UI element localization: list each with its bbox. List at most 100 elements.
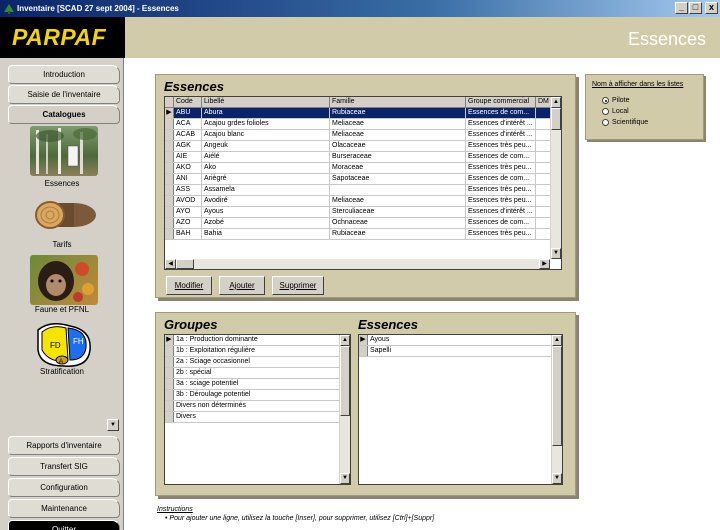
table-cell[interactable]: ASS xyxy=(174,185,202,195)
add-button[interactable]: Ajouter xyxy=(219,276,265,295)
essences-catalog-icon[interactable] xyxy=(30,126,98,176)
table-cell[interactable]: ANI xyxy=(174,174,202,184)
table-cell[interactable]: AZO xyxy=(174,218,202,228)
scroll-down-icon[interactable]: ▼ xyxy=(340,473,350,484)
list-item[interactable]: ▶ 1a : Production dominante xyxy=(165,335,350,346)
table-cell[interactable]: Acajou blanc xyxy=(202,130,330,140)
table-cell[interactable]: Burseraceae xyxy=(330,152,466,162)
list-item[interactable]: 3b : Déroulage potentiel xyxy=(165,390,350,401)
table-cell[interactable]: AYO xyxy=(174,207,202,217)
col-libelle[interactable]: Libellé xyxy=(202,97,330,107)
sidebar-scroll-down-icon[interactable]: ▼ xyxy=(107,419,119,431)
table-row[interactable]: AGK Angeuk Olacaceae Essences très peu... xyxy=(165,141,561,152)
radio-local[interactable]: Local xyxy=(602,108,629,115)
essences-table[interactable]: Code Libellé Famille Groupe commercial D… xyxy=(164,96,562,270)
table-cell[interactable]: Essences très peu... xyxy=(466,229,536,239)
nav-quitter[interactable]: Quitter xyxy=(8,520,120,530)
table-cell[interactable]: AIE xyxy=(174,152,202,162)
groupes-list[interactable]: ▶ 1a : Production dominante 1b : Exploitat… xyxy=(164,334,351,485)
table-row[interactable]: ACAB Acajou blanc Meliaceae Essences d'inté… xyxy=(165,130,561,141)
table-row[interactable]: AIE Aiélé Burseraceae Essences de com... xyxy=(165,152,561,163)
table-cell[interactable]: Angeuk xyxy=(202,141,330,151)
scroll-right-icon[interactable]: ▶ xyxy=(539,259,550,269)
row-indicator[interactable] xyxy=(165,207,174,217)
table-row[interactable]: ASS Assamela Essences très peu... xyxy=(165,185,561,196)
row-indicator[interactable] xyxy=(165,357,174,367)
row-indicator[interactable] xyxy=(165,379,174,389)
row-indicator[interactable] xyxy=(165,141,174,151)
list-item[interactable]: Sapelli xyxy=(359,346,562,357)
table-cell[interactable]: Rubiaceae xyxy=(330,108,466,118)
table-cell[interactable]: Ayous xyxy=(202,207,330,217)
list-item[interactable]: 2a : Sciage occasionnel xyxy=(165,357,350,368)
list-item[interactable]: ▶ Ayous xyxy=(359,335,562,346)
table-cell[interactable]: Aiélé xyxy=(202,152,330,162)
table-cell[interactable]: Ariègré xyxy=(202,174,330,184)
table-cell[interactable]: Assamela xyxy=(202,185,330,195)
table-cell[interactable]: Essences très peu... xyxy=(466,196,536,206)
table-cell[interactable]: Meliaceae xyxy=(330,119,466,129)
table-cell[interactable]: Bahia xyxy=(202,229,330,239)
groupes-vscroll[interactable]: ▲ ▼ xyxy=(339,335,350,484)
table-row[interactable]: AYO Ayous Sterculiaceae Essences d'intérêt … xyxy=(165,207,561,218)
radio-scientifique[interactable]: Scientifique xyxy=(602,119,648,126)
table-cell[interactable]: Rubiaceae xyxy=(330,229,466,239)
tarifs-catalog-icon[interactable] xyxy=(30,191,98,241)
list-item[interactable]: 3a : sciage potentiel xyxy=(165,379,350,390)
essences-hscroll[interactable]: ◀ ▶ xyxy=(165,259,550,269)
table-cell[interactable]: Essences d'intérêt ... xyxy=(466,119,536,129)
table-cell[interactable]: Essences d'intérêt ... xyxy=(466,207,536,217)
row-indicator[interactable] xyxy=(165,130,174,140)
table-cell[interactable]: AKO xyxy=(174,163,202,173)
radio-off-icon[interactable] xyxy=(602,119,609,126)
table-row[interactable]: AKO Ako Moraceae Essences très peu... xyxy=(165,163,561,174)
scroll-down-icon[interactable]: ▼ xyxy=(552,473,562,484)
faune-catalog-label[interactable]: Faune et PFNL xyxy=(0,305,124,314)
scroll-down-icon[interactable]: ▼ xyxy=(551,248,561,259)
nav-maintenance[interactable]: Maintenance xyxy=(8,499,120,518)
table-row[interactable]: BAH Bahia Rubiaceae Essences très peu... xyxy=(165,229,561,240)
table-cell[interactable]: Essences d'intérêt ... xyxy=(466,130,536,140)
stratification-catalog-icon[interactable]: FD FH A xyxy=(30,320,98,370)
row-indicator[interactable] xyxy=(165,218,174,228)
table-cell[interactable]: Acajou grdes folioles xyxy=(202,119,330,129)
table-cell[interactable]: Meliaceae xyxy=(330,130,466,140)
col-famille[interactable]: Famille xyxy=(330,97,466,107)
table-cell[interactable]: Olacaceae xyxy=(330,141,466,151)
table-cell[interactable]: AGK xyxy=(174,141,202,151)
nav-catalogues[interactable]: Catalogues xyxy=(8,105,120,124)
table-cell[interactable]: Avodiré xyxy=(202,196,330,206)
table-cell[interactable]: Essences très peu... xyxy=(466,141,536,151)
table-cell[interactable]: AVOD xyxy=(174,196,202,206)
row-indicator[interactable] xyxy=(165,152,174,162)
faune-catalog-icon[interactable] xyxy=(30,255,98,305)
row-indicator[interactable] xyxy=(165,412,174,422)
table-cell[interactable]: Essences très peu... xyxy=(466,163,536,173)
group-essences-vscroll[interactable]: ▲ ▼ xyxy=(551,335,562,484)
table-cell[interactable]: Moraceae xyxy=(330,163,466,173)
scroll-thumb[interactable] xyxy=(552,346,562,446)
row-indicator[interactable]: ▶ xyxy=(359,335,368,345)
table-cell[interactable]: Abura xyxy=(202,108,330,118)
table-cell[interactable]: Essences très peu... xyxy=(466,185,536,195)
list-item[interactable]: Divers xyxy=(165,412,350,423)
minimize-button[interactable]: _ xyxy=(675,2,688,14)
table-cell[interactable]: ACA xyxy=(174,119,202,129)
radio-off-icon[interactable] xyxy=(602,108,609,115)
row-indicator[interactable] xyxy=(165,368,174,378)
table-row[interactable]: AVOD Avodiré Meliaceae Essences très peu... xyxy=(165,196,561,207)
list-item[interactable]: 2b : spécial xyxy=(165,368,350,379)
scroll-up-icon[interactable]: ▲ xyxy=(340,335,350,346)
scroll-thumb[interactable] xyxy=(340,346,350,416)
radio-on-icon[interactable] xyxy=(602,97,609,104)
table-cell[interactable]: Sapotaceae xyxy=(330,174,466,184)
table-cell[interactable]: Essences de com... xyxy=(466,152,536,162)
row-indicator[interactable] xyxy=(165,196,174,206)
table-cell[interactable]: Essences de com... xyxy=(466,174,536,184)
table-cell[interactable]: Sterculiaceae xyxy=(330,207,466,217)
essences-vscroll[interactable]: ▲ ▼ xyxy=(550,97,561,259)
nav-introduction[interactable]: Introduction xyxy=(8,65,120,84)
scroll-left-icon[interactable]: ◀ xyxy=(165,259,176,269)
table-cell[interactable]: ACAB xyxy=(174,130,202,140)
table-cell[interactable]: Essences de com... xyxy=(466,108,536,118)
